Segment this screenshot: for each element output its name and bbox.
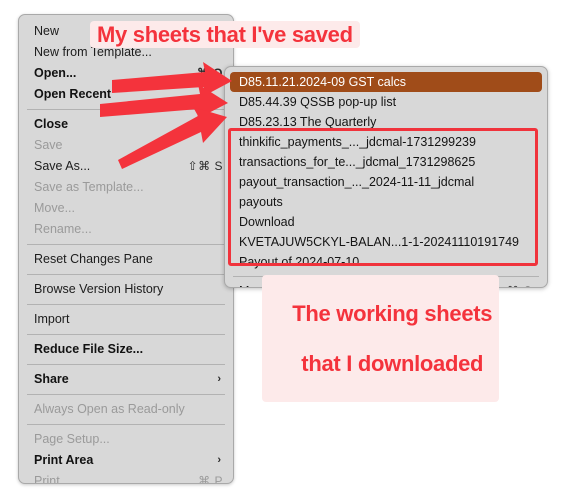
menu-item-label: Browse Version History: [34, 282, 164, 296]
file-menu-panel: New New from Template... Open... ⌘ O Open Re…: [18, 14, 234, 484]
chevron-right-icon: ›: [217, 373, 221, 385]
menu-item-label: Print...: [34, 474, 71, 484]
menu-separator: [27, 244, 225, 245]
menu-item-open-recent[interactable]: Open Recent: [19, 84, 233, 105]
menu-item-label: Save as Template...: [34, 180, 144, 194]
recent-file-label: Download: [239, 215, 295, 229]
menu-item-label: Open Recent: [34, 87, 112, 101]
menu-item-shortcut: ⌘ P: [198, 474, 223, 484]
menu-item-browse-version-history[interactable]: Browse Version History: [19, 279, 233, 300]
recent-file-item[interactable]: payouts: [230, 192, 542, 212]
recent-file-label: payouts: [239, 195, 283, 209]
menu-item-label: Share: [34, 372, 69, 386]
recent-file-label: payout_transaction_..._2024-11-11_jdcmal: [239, 175, 475, 189]
recent-file-item[interactable]: D85.23.13 The Quarterly: [230, 112, 542, 132]
recent-file-label: D85.11.21.2024-09 GST calcs: [239, 75, 406, 89]
menu-item-reset-changes-pane[interactable]: Reset Changes Pane: [19, 249, 233, 270]
menu-item-rename: Rename...: [19, 219, 233, 240]
chevron-right-icon: ›: [217, 454, 221, 466]
menu-item-label: Page Setup...: [34, 432, 110, 446]
menu-separator: [27, 334, 225, 335]
menu-separator: [27, 304, 225, 305]
menu-item-label: Save As...: [34, 159, 91, 173]
menu-item-reduce-file-size[interactable]: Reduce File Size...: [19, 339, 233, 360]
menu-item-print: Print... ⌘ P: [19, 471, 233, 484]
menu-separator: [27, 394, 225, 395]
menu-item-label: New: [34, 24, 60, 38]
menu-item-page-setup: Page Setup...: [19, 429, 233, 450]
menu-item-close[interactable]: Close: [19, 114, 233, 135]
recent-file-item[interactable]: transactions_for_te..._jdcmal_1731298625: [230, 152, 542, 172]
recent-file-item[interactable]: Payout of 2024-07-10: [230, 252, 542, 272]
menu-item-label: Import: [34, 312, 70, 326]
menu-item-label: Always Open as Read-only: [34, 402, 185, 416]
screenshot-stage: New New from Template... Open... ⌘ O Open Re…: [0, 0, 566, 500]
menu-item-always-open-as-read-only: Always Open as Read-only: [19, 399, 233, 420]
menu-item-save: Save: [19, 135, 233, 156]
menu-item-share[interactable]: Share ›: [19, 369, 233, 390]
menu-item-label: Open...: [34, 66, 77, 80]
open-recent-submenu-panel: D85.11.21.2024-09 GST calcs D85.44.39 QSS…: [224, 66, 548, 288]
menu-item-label: Reset Changes Pane: [34, 252, 153, 266]
annotation-caption-working: The working sheets that I downloaded: [262, 275, 500, 403]
menu-separator: [27, 109, 225, 110]
recent-file-label: D85.44.39 QSSB pop-up list: [239, 95, 397, 109]
menu-item-open[interactable]: Open... ⌘ O: [19, 63, 233, 84]
recent-file-item[interactable]: payout_transaction_..._2024-11-11_jdcmal: [230, 172, 542, 192]
recent-file-item[interactable]: D85.11.21.2024-09 GST calcs: [230, 72, 542, 92]
annotation-caption-working-line2: that I downloaded: [301, 351, 484, 377]
menu-item-shortcut: ⌘ O: [196, 66, 223, 80]
menu-item-label: Move...: [34, 201, 75, 215]
menu-item-shortcut: ⇧⌘ S: [187, 159, 223, 173]
recent-file-label: D85.23.13 The Quarterly: [239, 115, 377, 129]
menu-separator: [27, 424, 225, 425]
chevron-right-icon: ›: [499, 281, 503, 287]
menu-item-label: Rename...: [34, 222, 92, 236]
recent-file-item[interactable]: KVETAJUW5CKYL-BALAN...1-1-20241110191749: [230, 232, 542, 252]
menu-item-print-area[interactable]: Print Area ›: [19, 450, 233, 471]
menu-item-import[interactable]: Import: [19, 309, 233, 330]
menu-item-label: Reduce File Size...: [34, 342, 144, 356]
recent-file-label: Payout of 2024-07-10: [239, 255, 360, 269]
annotation-caption-working-line1: The working sheets: [292, 301, 493, 327]
menu-item-label: Close: [34, 117, 69, 131]
recent-file-label: transactions_for_te..._jdcmal_1731298625: [239, 155, 476, 169]
recent-file-label: KVETAJUW5CKYL-BALAN...1-1-20241110191749: [239, 235, 520, 249]
recent-more-shortcut: ⌘ O: [507, 281, 533, 287]
menu-item-label: Print Area: [34, 453, 94, 467]
recent-file-item[interactable]: thinkific_payments_..._jdcmal-1731299239: [230, 132, 542, 152]
menu-item-move: Move...: [19, 198, 233, 219]
recent-file-label: thinkific_payments_..._jdcmal-1731299239: [239, 135, 476, 149]
menu-item-save-as-template: Save as Template...: [19, 177, 233, 198]
menu-item-save-as[interactable]: Save As... ⇧⌘ S: [19, 156, 233, 177]
menu-item-label: Save: [34, 138, 63, 152]
menu-separator: [27, 364, 225, 365]
recent-file-item[interactable]: D85.44.39 QSSB pop-up list: [230, 92, 542, 112]
menu-separator: [27, 274, 225, 275]
annotation-caption-saved: My sheets that I've saved: [90, 21, 360, 49]
recent-file-item[interactable]: Download: [230, 212, 542, 232]
